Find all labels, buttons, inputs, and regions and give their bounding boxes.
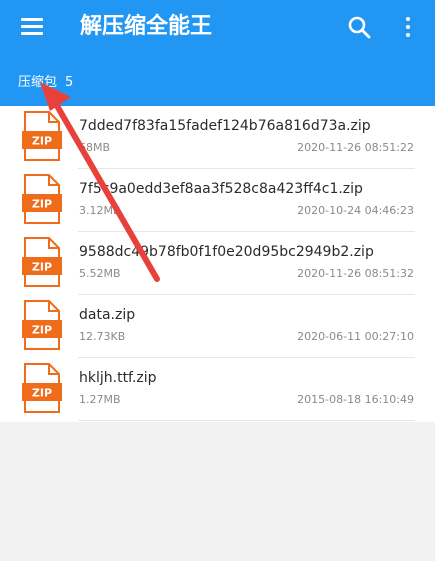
app-title: 解压缩全能王 — [80, 14, 213, 39]
file-row[interactable]: ZIP 7f5c9a0edd3ef8aa3f528c8a423ff4c1.zip 3… — [0, 169, 435, 232]
more-vert-icon[interactable] — [398, 14, 418, 40]
file-row[interactable]: ZIP 9588dc49b78fb0f1f0e20d95bc2949b2.zip 5… — [0, 232, 435, 295]
file-size: 1.27MB — [79, 393, 121, 406]
file-list: ZIP 7dded7f83fa15fadef124b76a816d73a.zip 6… — [0, 106, 435, 422]
zip-file-icon: ZIP — [22, 300, 62, 350]
zip-badge: ZIP — [32, 324, 52, 337]
file-count: 5 — [65, 75, 74, 90]
file-date: 2020-10-24 04:46:23 — [297, 204, 414, 217]
zip-badge: ZIP — [32, 198, 52, 211]
zip-badge: ZIP — [32, 387, 52, 400]
file-name: 7f5c9a0edd3ef8aa3f528c8a423ff4c1.zip — [79, 181, 363, 197]
breadcrumb[interactable]: 压缩包 5 — [18, 71, 73, 90]
file-date: 2020-06-11 00:27:10 — [297, 330, 414, 343]
menu-icon[interactable] — [21, 18, 43, 36]
zip-file-icon: ZIP — [22, 174, 62, 224]
zip-badge: ZIP — [32, 261, 52, 274]
file-name: 7dded7f83fa15fadef124b76a816d73a.zip — [79, 118, 371, 134]
file-size: 68MB — [79, 141, 111, 154]
zip-badge: ZIP — [32, 135, 52, 148]
zip-file-icon: ZIP — [22, 363, 62, 413]
zip-file-icon: ZIP — [22, 237, 62, 287]
file-date: 2015-08-18 16:10:49 — [297, 393, 414, 406]
file-row[interactable]: ZIP hkljh.ttf.zip 1.27MB 2015-08-18 16:10:4… — [0, 358, 435, 421]
file-date: 2020-11-26 08:51:32 — [297, 267, 414, 280]
file-size: 5.52MB — [79, 267, 121, 280]
file-name: hkljh.ttf.zip — [79, 370, 157, 386]
app-bar: 解压缩全能王 压缩包 5 — [0, 0, 435, 106]
search-icon[interactable] — [346, 14, 374, 40]
file-size: 3.12MB — [79, 204, 121, 217]
file-name: data.zip — [79, 307, 136, 323]
file-name: 9588dc49b78fb0f1f0e20d95bc2949b2.zip — [79, 244, 374, 260]
breadcrumb-label: 压缩包 — [18, 75, 58, 90]
file-size: 12.73KB — [79, 330, 126, 343]
zip-file-icon: ZIP — [22, 111, 62, 161]
file-row[interactable]: ZIP 7dded7f83fa15fadef124b76a816d73a.zip 6… — [0, 106, 435, 169]
row-divider — [78, 420, 415, 421]
file-row[interactable]: ZIP data.zip 12.73KB 2020-06-11 00:27:10 — [0, 295, 435, 358]
file-date: 2020-11-26 08:51:22 — [297, 141, 414, 154]
